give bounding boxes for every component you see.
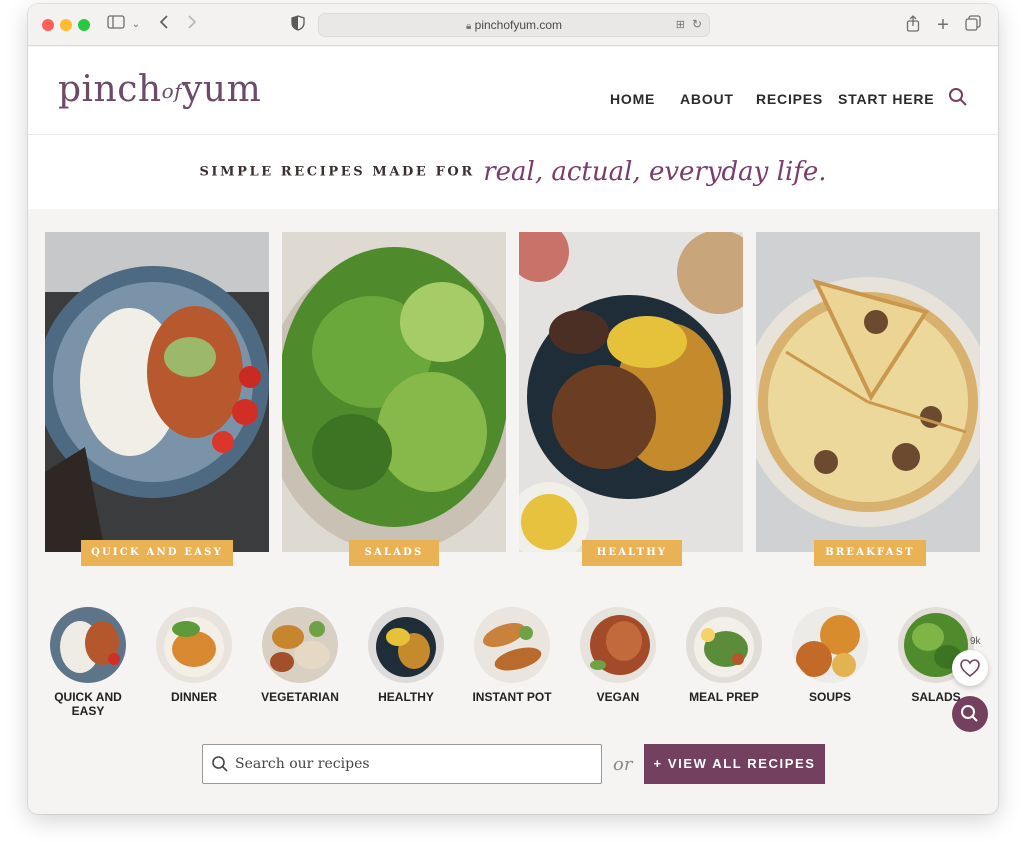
new-tab-icon[interactable]: + [934,15,952,35]
breakfast-photo [756,232,980,552]
favorite-button[interactable] [952,650,988,686]
save-count: 9k [970,636,981,647]
soups-thumb [792,607,868,683]
circle-label-vegetarian[interactable]: VEGETARIAN [250,690,350,704]
recipe-search-input[interactable] [235,745,595,783]
category-card-breakfast[interactable] [756,232,980,552]
circle-vegetarian[interactable] [262,607,338,683]
lock-icon: 🔒︎ [465,21,472,32]
meal-prep-thumb [686,607,762,683]
category-card-salads[interactable] [282,232,506,552]
close-window-button[interactable] [42,19,54,31]
nav-recipes[interactable]: RECIPES [756,91,823,107]
search-icon [212,756,228,772]
circle-label-dinner[interactable]: DINNER [144,690,244,704]
search-icon [961,705,978,722]
circle-label-healthy[interactable]: HEALTHY [356,690,456,704]
search-icon[interactable] [948,87,970,109]
category-label-breakfast[interactable]: BREAKFAST [814,540,926,566]
tab-overview-icon[interactable] [964,15,982,35]
tagline-bar: SIMPLE RECIPES MADE FOR real, actual, ev… [28,135,998,209]
circle-label-vegan[interactable]: VEGAN [568,690,668,704]
category-card-quick-and-easy[interactable] [45,232,269,552]
back-icon[interactable] [156,15,172,35]
nav-about[interactable]: ABOUT [680,91,734,107]
circle-vegan[interactable] [580,607,656,683]
tagline-script: real, actual, everyday life. [483,157,827,187]
maximize-window-button[interactable] [78,19,90,31]
heart-icon [960,659,980,678]
or-label: or [613,754,633,775]
sidebar-toggle-icon[interactable] [106,15,126,35]
salads-photo [282,232,506,552]
site-logo[interactable]: pinchofyum [58,69,261,110]
privacy-shield-icon[interactable] [290,15,306,35]
instant-pot-thumb [474,607,550,683]
circle-label-instant-pot[interactable]: INSTANT POT [462,690,562,704]
nav-home[interactable]: HOME [610,91,655,107]
nav-start-here[interactable]: START HERE [838,91,934,107]
healthy-thumb [368,607,444,683]
chevron-down-icon[interactable]: ⌄ [130,15,142,35]
category-label-healthy[interactable]: HEALTHY [582,540,682,566]
view-all-recipes-button[interactable]: + VIEW ALL RECIPES [644,744,825,784]
url-text: 🔒︎ pinchofyum.com [465,18,563,32]
circle-soups[interactable] [792,607,868,683]
category-label-quick-and-easy[interactable]: QUICK AND EASY [81,540,233,566]
minimize-window-button[interactable] [60,19,72,31]
browser-window: ⌄ 🔒︎ pinchofyum.com ⊞ ↻ + pinchofyum HOM… [28,4,998,814]
quick-and-easy-photo [45,232,269,552]
vegetarian-thumb [262,607,338,683]
floating-search-button[interactable] [952,696,988,732]
vegan-thumb [580,607,656,683]
tagline: SIMPLE RECIPES MADE FOR real, actual, ev… [28,157,998,187]
site-header: pinchofyum HOME ABOUT RECIPES START HERE [28,47,998,135]
category-label-salads[interactable]: SALADS [349,540,439,566]
share-icon[interactable] [904,15,922,35]
address-bar[interactable]: 🔒︎ pinchofyum.com ⊞ ↻ [318,13,710,37]
forward-icon[interactable] [184,15,200,35]
recipe-search-box [202,744,602,784]
tagline-text: SIMPLE RECIPES MADE FOR [199,164,475,180]
quick-and-easy-thumb [50,607,126,683]
translate-icon[interactable]: ⊞ [676,18,685,31]
healthy-photo [519,232,743,552]
browser-toolbar: ⌄ 🔒︎ pinchofyum.com ⊞ ↻ + [28,4,998,46]
reload-icon[interactable]: ↻ [692,17,702,31]
category-card-healthy[interactable] [519,232,743,552]
circle-label-quick-and-easy[interactable]: QUICK AND EASY [38,690,138,718]
circle-meal-prep[interactable] [686,607,762,683]
circle-label-soups[interactable]: SOUPS [780,690,880,704]
circle-label-meal-prep[interactable]: MEAL PREP [674,690,774,704]
dinner-thumb [156,607,232,683]
circle-instant-pot[interactable] [474,607,550,683]
circle-quick-and-easy[interactable] [50,607,126,683]
circle-healthy[interactable] [368,607,444,683]
circle-dinner[interactable] [156,607,232,683]
